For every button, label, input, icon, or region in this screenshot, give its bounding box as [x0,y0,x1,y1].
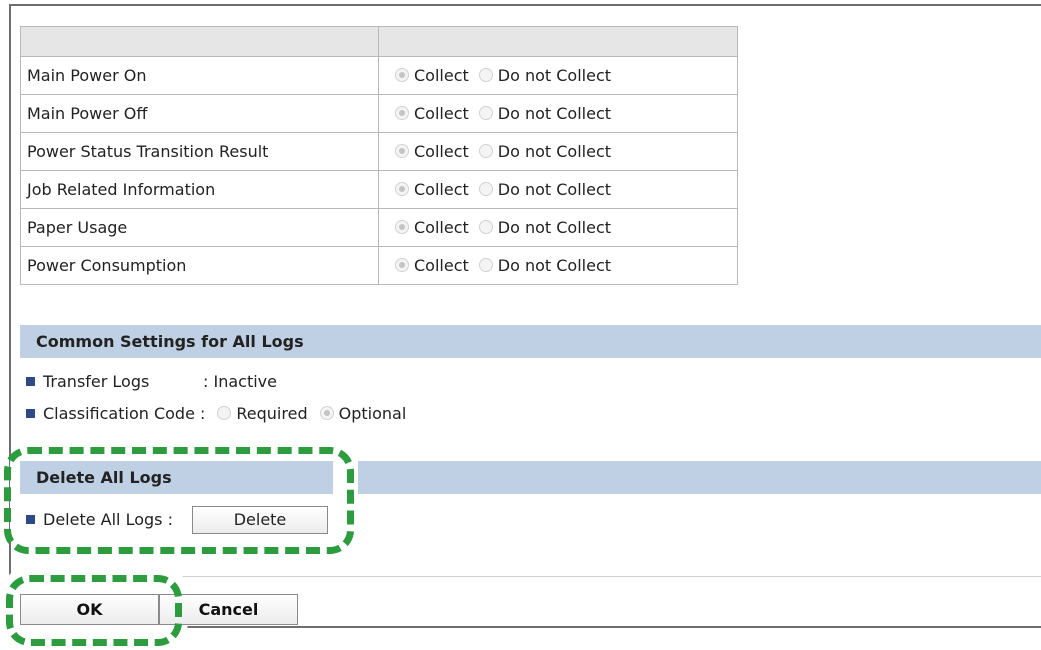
table-row: Main Power On Collect Do not Collect [20,56,738,95]
table-row: Job Related Information Collect Do not Co… [20,170,738,209]
table-row: Power Consumption Collect Do not Collect [20,246,738,285]
log-type-label: Job Related Information [20,170,379,209]
do-not-collect-radio[interactable] [478,144,493,158]
optional-label: Optional [338,404,407,423]
transfer-logs-line: Transfer Logs : Inactive [26,372,277,392]
do-not-collect-label: Do not Collect [497,180,612,199]
collect-label: Collect [414,104,469,123]
collect-radio[interactable] [395,182,409,196]
do-not-collect-radio[interactable] [478,258,493,272]
log-type-label: Power Status Transition Result [20,132,379,171]
do-not-collect-label: Do not Collect [497,256,612,275]
do-not-collect-label: Do not Collect [497,66,612,85]
log-collection-table: Main Power On Collect Do not Collect Main… [20,26,738,285]
table-row: Power Status Transition Result Collect Do… [20,132,738,171]
classification-code-line: Classification Code : Required Optional [26,404,406,424]
optional-radio[interactable] [319,406,334,420]
collect-radio[interactable] [395,258,409,272]
ok-highlight-frame [6,575,182,646]
log-option-cell: Collect Do not Collect [378,246,738,285]
collect-radio[interactable] [395,68,409,82]
transfer-logs-label: Transfer Logs [43,372,150,391]
log-option-cell: Collect Do not Collect [378,56,738,95]
collect-label: Collect [414,256,469,275]
do-not-collect-label: Do not Collect [497,142,612,161]
required-label: Required [236,404,308,423]
log-option-cell: Collect Do not Collect [378,94,738,133]
table-row: Paper Usage Collect Do not Collect [20,208,738,247]
collect-radio[interactable] [395,144,409,158]
do-not-collect-radio[interactable] [478,220,493,234]
collect-label: Collect [414,180,469,199]
log-type-label: Power Consumption [20,246,379,285]
collect-label: Collect [414,66,469,85]
collect-label: Collect [414,142,469,161]
table-row: Main Power Off Collect Do not Collect [20,94,738,133]
collect-radio[interactable] [395,220,409,234]
log-type-label: Paper Usage [20,208,379,247]
transfer-logs-value: : Inactive [203,372,277,391]
do-not-collect-label: Do not Collect [497,218,612,237]
common-settings-header: Common Settings for All Logs [20,325,1041,358]
header-cell [378,26,738,57]
log-type-label: Main Power On [20,56,379,95]
required-radio[interactable] [217,406,232,420]
log-option-cell: Collect Do not Collect [378,132,738,171]
header-cell [20,26,379,57]
delete-highlight-frame [4,447,354,554]
log-option-cell: Collect Do not Collect [378,170,738,209]
table-header-row [20,26,738,57]
classification-code-label: Classification Code : [43,404,206,423]
log-type-label: Main Power Off [20,94,379,133]
collect-radio[interactable] [395,106,409,120]
bullet-icon [26,409,35,418]
do-not-collect-radio[interactable] [478,106,493,120]
do-not-collect-radio[interactable] [478,68,493,82]
do-not-collect-radio[interactable] [478,182,493,196]
collect-label: Collect [414,218,469,237]
do-not-collect-label: Do not Collect [497,104,612,123]
log-option-cell: Collect Do not Collect [378,208,738,247]
bullet-icon [26,377,35,386]
